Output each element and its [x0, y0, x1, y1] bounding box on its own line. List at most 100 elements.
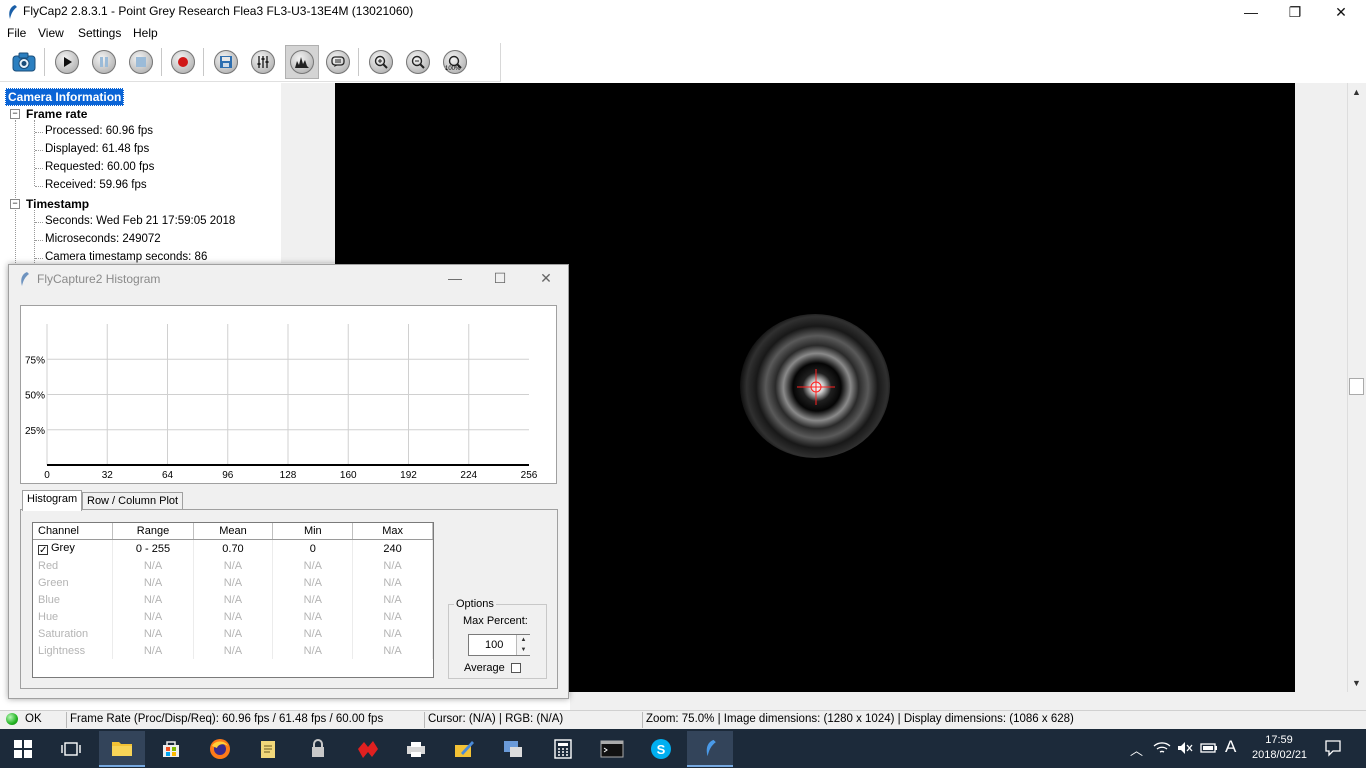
- tree-item-requested[interactable]: Requested: 60.00 fps: [45, 161, 154, 173]
- column-header-channel[interactable]: Channel: [33, 523, 114, 540]
- menu-help[interactable]: Help: [133, 26, 158, 40]
- firefox-button[interactable]: [197, 731, 243, 767]
- tree-item-received[interactable]: Received: 59.96 fps: [45, 179, 147, 191]
- mean-cell: N/A: [193, 608, 274, 625]
- flycap-taskbar-button[interactable]: [687, 731, 733, 767]
- tree-item-microseconds[interactable]: Microseconds: 249072: [45, 233, 161, 245]
- minimize-icon: —: [448, 270, 462, 286]
- close-button[interactable]: ✕: [1318, 0, 1364, 24]
- notes-icon: [261, 741, 275, 758]
- x-tick-label: 0: [44, 470, 50, 481]
- record-button[interactable]: [168, 47, 198, 77]
- ime-indicator[interactable]: A: [1225, 737, 1236, 757]
- printer-button[interactable]: [393, 731, 439, 767]
- event-stats-button[interactable]: [323, 47, 353, 77]
- status-separator: [424, 712, 425, 728]
- spin-down-icon[interactable]: ▼: [516, 645, 530, 655]
- tree-item-displayed[interactable]: Displayed: 61.48 fps: [45, 143, 149, 155]
- store-icon: [163, 741, 179, 757]
- column-header-mean[interactable]: Mean: [193, 523, 274, 540]
- settings-sliders-icon: [257, 56, 269, 68]
- restore-icon: ❐: [1288, 3, 1302, 20]
- pause-button[interactable]: [89, 47, 119, 77]
- y-tick-label: 50%: [25, 391, 45, 402]
- volume-muted-icon[interactable]: [1177, 741, 1193, 755]
- save-icon: [220, 56, 232, 68]
- clock-time: 17:59: [1265, 734, 1293, 746]
- panel-background: [281, 83, 335, 263]
- skype-button[interactable]: S: [638, 731, 684, 767]
- wifi-icon[interactable]: [1153, 741, 1171, 755]
- column-header-min[interactable]: Min: [272, 523, 354, 540]
- column-header-range[interactable]: Range: [112, 523, 194, 540]
- security-icon: [312, 739, 324, 757]
- zoom-out-button[interactable]: [403, 47, 433, 77]
- histogram-chart: 0 32 64 96 128 160 192 224 256 25% 50% 75%: [20, 305, 557, 484]
- game-button[interactable]: [345, 731, 391, 767]
- histogram-close-button[interactable]: ✕: [523, 266, 569, 290]
- task-view-button[interactable]: [48, 731, 94, 767]
- security-button[interactable]: [295, 731, 341, 767]
- histogram-button[interactable]: [285, 45, 319, 79]
- menu-settings[interactable]: Settings: [78, 26, 121, 40]
- terminal-button[interactable]: [589, 731, 635, 767]
- stop-button[interactable]: [126, 47, 156, 77]
- tree-node-frame-rate[interactable]: Frame rate: [26, 107, 87, 121]
- notes-button[interactable]: [245, 731, 291, 767]
- max-cell: N/A: [352, 574, 433, 591]
- tree-root-camera-information[interactable]: Camera Information: [5, 88, 125, 106]
- zoom-in-button[interactable]: [366, 47, 396, 77]
- status-zoom: Zoom: 75.0% | Image dimensions: (1280 x …: [646, 713, 1074, 725]
- tree-item-camera-timestamp-seconds[interactable]: Camera timestamp seconds: 86: [45, 251, 207, 263]
- play-button[interactable]: [52, 47, 82, 77]
- menu-file[interactable]: File: [7, 26, 26, 40]
- collapse-frame-rate-icon[interactable]: −: [10, 109, 20, 119]
- max-cell: N/A: [352, 557, 433, 574]
- channel-name: Grey: [51, 542, 75, 554]
- battery-icon[interactable]: [1200, 742, 1218, 754]
- tree-node-timestamp[interactable]: Timestamp: [26, 197, 89, 211]
- grey-channel-checkbox[interactable]: ✓: [38, 545, 48, 556]
- game-icon: [358, 741, 378, 758]
- save-image-button[interactable]: [211, 47, 241, 77]
- histogram-minimize-button[interactable]: —: [432, 266, 478, 290]
- store-button[interactable]: [148, 731, 194, 767]
- tree-guide-line: [34, 120, 35, 186]
- column-header-max[interactable]: Max: [352, 523, 433, 540]
- toolbar-separator: [203, 48, 204, 76]
- average-checkbox[interactable]: [511, 663, 521, 673]
- file-explorer-button[interactable]: [99, 731, 145, 767]
- menu-view[interactable]: View: [38, 26, 64, 40]
- tab-histogram[interactable]: Histogram: [22, 490, 83, 511]
- notifications-icon[interactable]: [1324, 739, 1342, 757]
- range-cell: N/A: [112, 625, 194, 642]
- zoom-100-button[interactable]: 100%: [440, 47, 470, 77]
- min-cell: 0: [272, 539, 354, 557]
- network-button[interactable]: [490, 731, 536, 767]
- histogram-maximize-button[interactable]: ☐: [477, 266, 523, 290]
- pen-button[interactable]: [441, 731, 487, 767]
- calculator-button[interactable]: [540, 731, 586, 767]
- camera-control-button[interactable]: [248, 47, 278, 77]
- start-button[interactable]: [0, 731, 46, 767]
- scrollbar-thumb[interactable]: [1349, 378, 1364, 395]
- system-clock[interactable]: 17:59 2018/02/21: [1252, 733, 1308, 763]
- minimize-button[interactable]: —: [1228, 0, 1274, 24]
- scroll-down-icon[interactable]: ▼: [1349, 676, 1364, 691]
- tree-branch: [35, 222, 43, 223]
- table-row[interactable]: ✓ Grey 0 - 255 0.70 0 240: [33, 539, 433, 557]
- min-cell: N/A: [272, 642, 354, 659]
- scroll-up-icon[interactable]: ▲: [1349, 85, 1364, 100]
- tree-item-processed[interactable]: Processed: 60.96 fps: [45, 125, 153, 137]
- spin-up-icon[interactable]: ▲: [516, 635, 530, 645]
- show-hidden-icons[interactable]: ︿: [1130, 740, 1143, 759]
- camera-select-button[interactable]: [9, 47, 39, 77]
- channel-cell: Blue: [33, 591, 114, 608]
- clock-date: 2018/02/21: [1252, 749, 1308, 761]
- collapse-timestamp-icon[interactable]: −: [10, 199, 20, 209]
- task-view-icon: [61, 742, 81, 756]
- table-header-row: Channel Range Mean Min Max: [33, 523, 433, 540]
- x-tick-label: 192: [400, 470, 417, 481]
- restore-button[interactable]: ❐: [1272, 0, 1318, 24]
- tree-item-seconds[interactable]: Seconds: Wed Feb 21 17:59:05 2018: [45, 215, 235, 227]
